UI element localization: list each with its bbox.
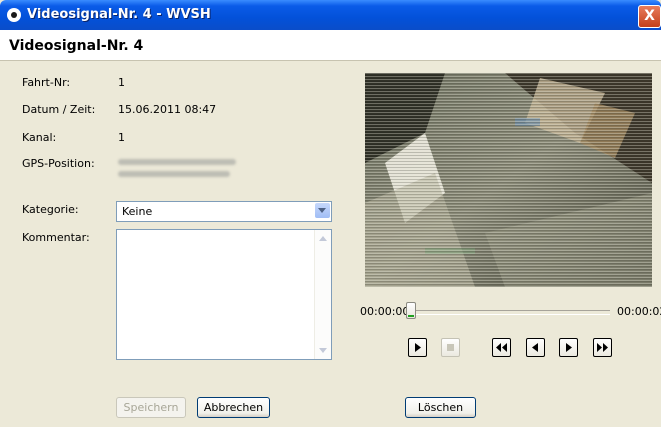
- category-select[interactable]: Keine: [116, 201, 332, 222]
- fast-forward-icon: [597, 343, 608, 352]
- trip-number-value: 1: [118, 76, 125, 89]
- video-frame: [365, 73, 652, 287]
- time-end: 00:00:02: [617, 305, 661, 318]
- play-button[interactable]: [408, 338, 427, 357]
- gps-position-label: GPS-Position:: [22, 157, 95, 170]
- page-title: Videosignal-Nr. 4: [9, 38, 144, 54]
- datetime-value: 15.06.2011 08:47: [118, 103, 217, 116]
- seek-track[interactable]: [410, 310, 610, 315]
- play-icon: [415, 343, 421, 352]
- channel-label: Kanal:: [22, 131, 57, 144]
- rewind-icon: [496, 343, 507, 352]
- step-forward-button[interactable]: [559, 338, 578, 357]
- header-band: Videosignal-Nr. 4: [0, 30, 661, 61]
- title-bar[interactable]: Videosignal-Nr. 4 - WVSH X: [0, 0, 661, 30]
- stop-button[interactable]: [441, 338, 460, 357]
- step-back-button[interactable]: [526, 338, 545, 357]
- scroll-up-icon[interactable]: [317, 233, 328, 244]
- category-label: Kategorie:: [22, 203, 79, 216]
- step-forward-icon: [566, 343, 572, 352]
- close-button[interactable]: X: [638, 5, 661, 28]
- scroll-down-icon[interactable]: [317, 345, 328, 356]
- category-selected-value: Keine: [122, 205, 153, 218]
- trip-number-label: Fahrt-Nr:: [22, 76, 71, 89]
- channel-value: 1: [118, 131, 125, 144]
- app-icon: [7, 8, 21, 22]
- window-title: Videosignal-Nr. 4 - WVSH: [27, 7, 211, 22]
- delete-button[interactable]: Löschen: [405, 397, 476, 418]
- gps-position-value-redacted: [118, 159, 236, 165]
- time-start: 00:00:00: [360, 305, 410, 318]
- gps-position-value-redacted: [118, 171, 230, 177]
- chevron-down-icon[interactable]: [315, 203, 330, 218]
- save-button[interactable]: Speichern: [116, 397, 186, 418]
- comment-textarea[interactable]: [116, 229, 332, 360]
- comment-label: Kommentar:: [22, 231, 90, 244]
- cancel-button[interactable]: Abbrechen: [197, 397, 270, 418]
- step-back-icon: [532, 343, 538, 352]
- seek-slider-thumb[interactable]: [406, 302, 416, 319]
- rewind-button[interactable]: [492, 338, 511, 357]
- comment-scrollbar[interactable]: [314, 230, 331, 359]
- datetime-label: Datum / Zeit:: [22, 103, 96, 116]
- video-frame-image: [365, 73, 652, 287]
- fast-forward-button[interactable]: [593, 338, 612, 357]
- stop-icon: [447, 344, 454, 351]
